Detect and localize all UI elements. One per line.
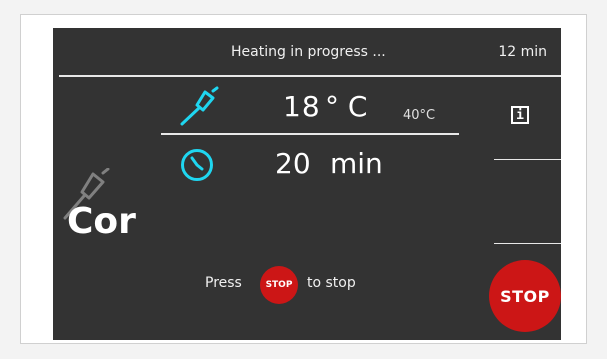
probe-temperature: 18 xyxy=(283,90,321,123)
hint-press-text: Press xyxy=(205,275,242,291)
hint-stop-icon: STOP xyxy=(260,266,298,304)
target-temperature: 40°C xyxy=(403,108,436,123)
stop-button[interactable]: STOP xyxy=(489,260,561,332)
timer-value: 20 xyxy=(275,147,311,180)
probe-icon xyxy=(180,86,219,126)
side-divider-bottom xyxy=(494,243,561,244)
info-icon: i xyxy=(516,107,524,123)
mode-label: Cor xyxy=(67,201,136,242)
info-button[interactable]: i xyxy=(511,106,529,124)
status-text: Heating in progress ... xyxy=(231,44,386,60)
value-divider xyxy=(161,133,459,135)
stop-button-label: STOP xyxy=(500,286,550,306)
header-divider xyxy=(59,75,561,77)
oven-display: Heating in progress ... 12 min 18 ° C 40… xyxy=(53,28,561,340)
timer-unit: min xyxy=(330,147,383,180)
hint-stop-label: STOP xyxy=(265,280,293,290)
clock-icon xyxy=(181,149,213,181)
elapsed-time: 12 min xyxy=(498,44,547,60)
temperature-unit: ° C xyxy=(325,90,368,123)
side-divider-top xyxy=(494,159,561,160)
hint-to-stop-text: to stop xyxy=(307,275,356,291)
